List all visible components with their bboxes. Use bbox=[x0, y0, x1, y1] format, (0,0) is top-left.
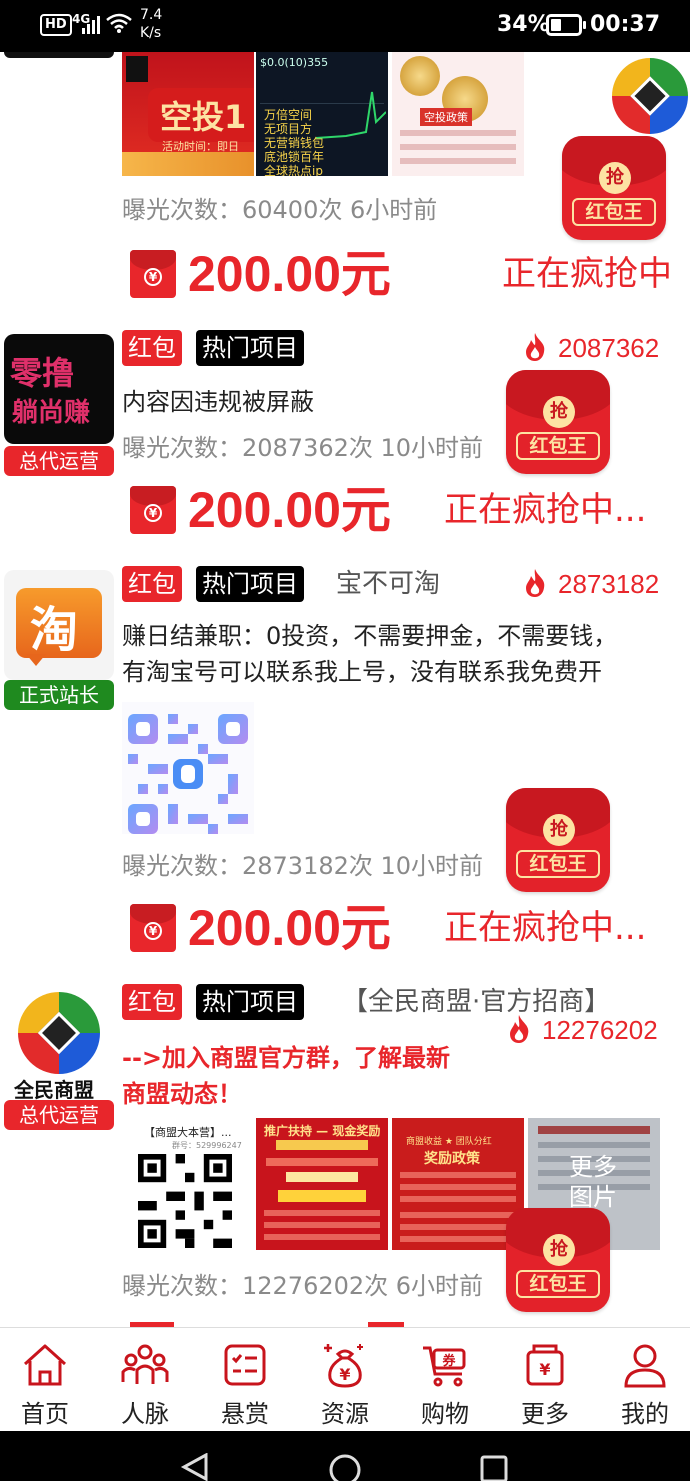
status-bar: HD 4G 7.4 K/s 34% 00:37 bbox=[0, 0, 690, 52]
reward-row[interactable]: ¥ 200.00元 正在疯抢中 bbox=[130, 244, 690, 304]
system-nav-bar bbox=[0, 1431, 690, 1481]
red-packet-label: 红包王 bbox=[516, 432, 600, 460]
heat-count: 2873182 bbox=[524, 566, 659, 602]
avatar[interactable]: 全民商盟 bbox=[4, 990, 114, 1100]
red-packet-button[interactable]: 抢 红包王 bbox=[506, 1208, 610, 1312]
battery-icon bbox=[546, 14, 586, 36]
network-speed: 7.4 K/s bbox=[140, 7, 163, 41]
home-icon bbox=[23, 1344, 67, 1386]
wifi-icon bbox=[106, 13, 132, 33]
hd-indicator: HD bbox=[40, 14, 72, 36]
red-packet-button[interactable]: 抢 红包王 bbox=[506, 370, 610, 474]
post-content[interactable]: -->加入商盟官方群，了解最新 商盟动态！ bbox=[122, 1040, 450, 1112]
grabbing-status: 正在疯抢中 bbox=[502, 254, 672, 294]
recents-icon[interactable] bbox=[480, 1455, 508, 1481]
red-packet-label: 红包王 bbox=[516, 1270, 600, 1298]
contacts-icon bbox=[121, 1344, 169, 1384]
role-badge: 总代运营 bbox=[4, 446, 114, 476]
nav-home[interactable]: 首页 bbox=[0, 1340, 90, 1429]
qr-code-image[interactable] bbox=[122, 702, 254, 834]
nav-shopping[interactable]: 券 购物 bbox=[400, 1340, 490, 1429]
home-button-icon[interactable] bbox=[328, 1453, 362, 1481]
post-image[interactable]: $0.0(10)355 万倍空间 无项目方 无营销钱包 底池锁百年 全球热点ip bbox=[256, 52, 388, 176]
tag-hot-project: 热门项目 bbox=[196, 984, 304, 1020]
reward-amount: 200.00元 bbox=[188, 482, 391, 538]
heat-count: 12276202 bbox=[508, 1012, 658, 1048]
reward-amount: 200.00元 bbox=[188, 246, 391, 302]
red-packet-button[interactable]: 抢 红包王 bbox=[506, 788, 610, 892]
reward-amount: 200.00元 bbox=[188, 900, 391, 956]
profile-icon bbox=[624, 1344, 666, 1388]
svg-text:券: 券 bbox=[441, 1353, 456, 1369]
bottom-nav: 首页 人脉 悬赏 ¥ 资源 券 购物 ¥ 更多 我的 bbox=[0, 1327, 690, 1431]
nav-contacts[interactable]: 人脉 bbox=[100, 1340, 190, 1429]
tag-red-packet: 红包 bbox=[122, 984, 182, 1020]
post-image[interactable]: 商盟收益 ★ 团队分红 奖励政策 bbox=[392, 1118, 524, 1250]
reward-row[interactable]: ¥ 200.00元 正在疯抢中... bbox=[130, 898, 690, 958]
heat-count: 2087362 bbox=[524, 330, 659, 366]
grab-icon: 抢 bbox=[599, 162, 631, 194]
battery-percent: 34% bbox=[497, 12, 550, 37]
role-badge: 总代运营 bbox=[4, 1100, 114, 1130]
grab-icon: 抢 bbox=[543, 814, 575, 846]
grabbing-status: 正在疯抢中... bbox=[444, 908, 647, 948]
more-images-label: 更多图片 bbox=[569, 1153, 617, 1211]
role-badge: 正式站长 bbox=[4, 680, 114, 710]
nav-reward[interactable]: 悬赏 bbox=[200, 1340, 290, 1429]
view-count: 曝光次数：60400次 6小时前 bbox=[122, 196, 438, 224]
grab-icon: 抢 bbox=[543, 396, 575, 428]
red-packet-button[interactable]: 抢 红包王 bbox=[562, 136, 666, 240]
red-envelope-icon: ¥ bbox=[130, 486, 176, 534]
svg-text:¥: ¥ bbox=[339, 1365, 350, 1384]
avatar bbox=[4, 52, 114, 58]
post-image[interactable]: 空投1 活动时间：即日 bbox=[122, 52, 254, 176]
tag-hot-project: 热门项目 bbox=[196, 566, 304, 602]
avatar[interactable]: 淘 bbox=[4, 570, 114, 680]
flame-icon bbox=[526, 333, 545, 361]
red-envelope-icon: ¥ bbox=[130, 904, 176, 952]
back-icon[interactable] bbox=[180, 1453, 210, 1481]
avatar[interactable]: 零撸 躺尚赚 bbox=[4, 334, 114, 444]
flame-icon bbox=[526, 569, 545, 597]
post-image[interactable]: 空投政策 bbox=[392, 52, 524, 176]
post-content[interactable]: 内容因违规被屏蔽 bbox=[122, 384, 314, 420]
app-logo bbox=[612, 58, 688, 134]
clock: 00:37 bbox=[590, 12, 661, 37]
nav-more[interactable]: ¥ 更多 bbox=[500, 1340, 590, 1429]
svg-text:¥: ¥ bbox=[539, 1360, 550, 1379]
reward-row[interactable]: ¥ 200.00元 正在疯抢中... bbox=[130, 480, 690, 540]
tag-red-packet: 红包 bbox=[122, 566, 182, 602]
red-envelope-icon: ¥ bbox=[130, 250, 176, 298]
tag-hot-project: 热门项目 bbox=[196, 330, 304, 366]
post-image[interactable]: 推广扶持 — 现金奖励 bbox=[256, 1118, 388, 1250]
red-packet-label: 红包王 bbox=[516, 850, 600, 878]
red-packet-label: 红包王 bbox=[572, 198, 656, 226]
nav-resource[interactable]: ¥ 资源 bbox=[300, 1340, 390, 1429]
reward-icon bbox=[224, 1344, 266, 1386]
shopping-cart-icon: 券 bbox=[423, 1346, 466, 1387]
view-count: 曝光次数：2873182次 10小时前 bbox=[122, 852, 484, 880]
view-count: 曝光次数：12276202次 6小时前 bbox=[122, 1272, 484, 1300]
nav-profile[interactable]: 我的 bbox=[600, 1340, 690, 1429]
poster-name[interactable]: 宝不可淘 bbox=[336, 566, 440, 602]
view-count: 曝光次数：2087362次 10小时前 bbox=[122, 434, 484, 462]
post-image[interactable]: 【商盟大本营】... 群号：529996247 bbox=[122, 1118, 254, 1250]
grabbing-status: 正在疯抢中... bbox=[444, 490, 647, 530]
grab-icon: 抢 bbox=[543, 1234, 575, 1266]
resource-icon: ¥ bbox=[324, 1344, 363, 1388]
post-content[interactable]: 赚日结兼职：0投资，不需要押金，不需要钱， 有淘宝号可以联系我上号，没有联系我免… bbox=[122, 618, 617, 690]
signal-icon bbox=[82, 14, 102, 34]
flame-icon bbox=[510, 1015, 529, 1043]
tag-red-packet: 红包 bbox=[122, 330, 182, 366]
more-icon: ¥ bbox=[526, 1344, 564, 1386]
